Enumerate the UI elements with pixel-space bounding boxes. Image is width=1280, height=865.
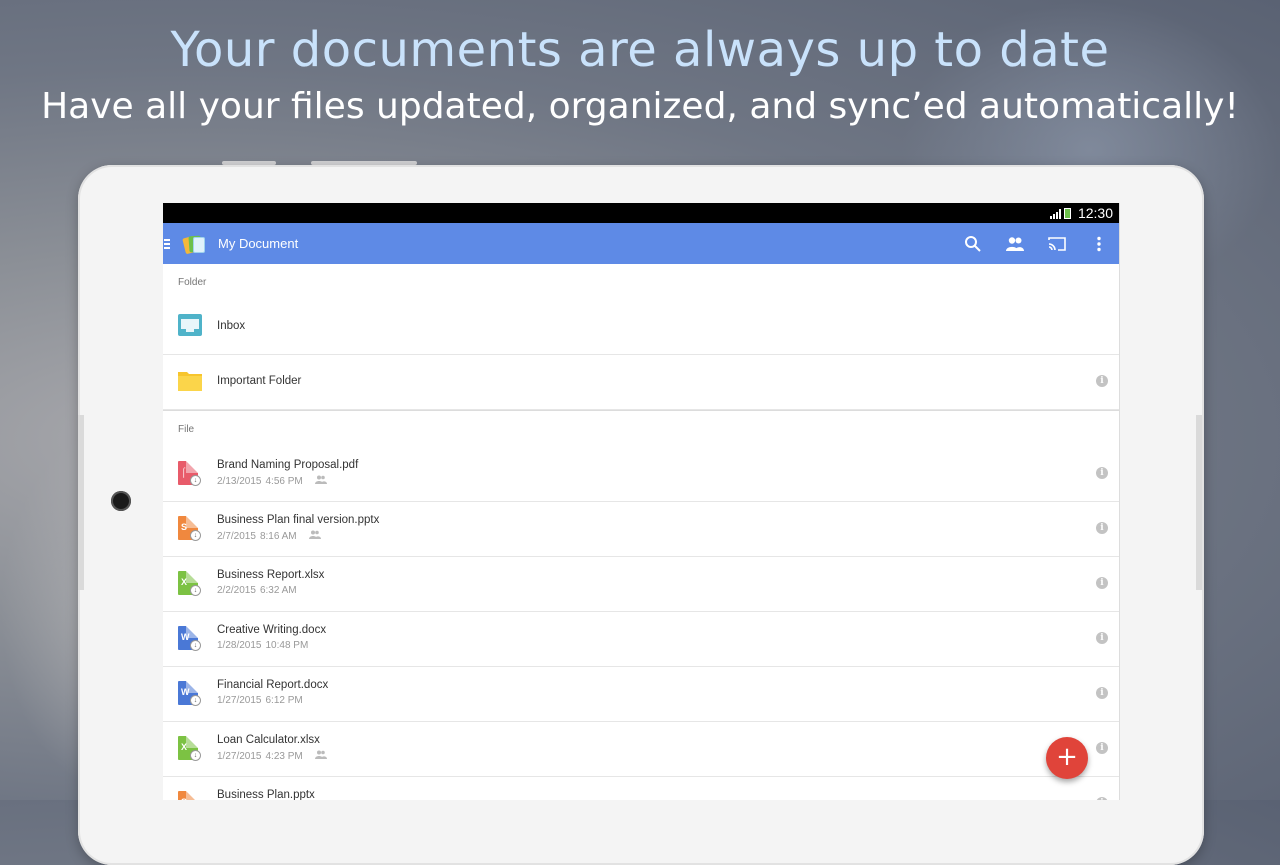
download-icon: ↓ [190,585,201,596]
file-time: 4:23 PM [265,750,303,762]
inbox-icon [178,314,202,340]
file-name: Business Plan.pptx [217,789,315,800]
file-row[interactable]: X ↓ Loan Calculator.xlsx 1/27/2015 4:23 PM i [163,722,1119,777]
battery-icon [1064,208,1071,219]
more-vert-icon[interactable] [1089,234,1109,254]
file-date: 1/27/2015 [217,750,262,762]
status-time: 12:30 [1077,205,1113,221]
info-icon[interactable]: i [1096,577,1108,589]
section-label-folder: Folder [178,277,207,288]
file-name: Loan Calculator.xlsx [217,734,320,746]
file-time: 4:56 PM [265,475,303,487]
search-icon[interactable] [963,234,983,254]
pptx-file-icon: S↓ [178,516,202,542]
section-label-file: File [178,424,195,435]
file-row[interactable]: S ↓ Business Plan final version.pptx 2/7/20… [163,502,1119,557]
promo-subline: Have all your files updated, organized, … [41,86,1239,127]
docx-file-icon: W ↓ [178,626,202,652]
file-name: Business Report.xlsx [217,569,325,581]
file-date: 2/2/2015 [217,585,256,596]
file-meta: 2/2/2015 6:32 AM [217,585,297,596]
file-list: ⌠ ↓ Brand Naming Proposal.pdf 2/13/2015 4:56… [163,447,1119,800]
app-title: My Document [218,236,299,251]
file-time: 6:12 PM [265,695,303,706]
folder-name: Important Folder [217,375,302,387]
docx-file-icon: W ↓ [178,681,202,707]
file-meta: 2/7/2015 8:16 AM [217,530,321,542]
info-icon[interactable]: i [1096,522,1108,534]
add-button[interactable]: + [1046,737,1088,779]
info-icon[interactable]: i [1096,375,1108,387]
download-icon: ↓ [190,640,201,651]
pptx-file-icon: S↓ [178,791,202,800]
status-bar: 12:30 [163,203,1119,223]
file-date: 1/27/2015 [217,695,262,706]
shared-icon [314,475,327,487]
info-icon[interactable]: i [1096,687,1108,699]
promo-headline: Your documents are always up to date [170,22,1110,78]
file-time: 10:48 PM [265,640,309,651]
info-icon[interactable]: i [1096,467,1108,479]
status-icons [1050,208,1071,219]
file-time: 8:16 AM [259,530,297,542]
xlsx-file-icon: X ↓ [178,736,202,762]
file-row[interactable]: ⌠ ↓ Brand Naming Proposal.pdf 2/13/2015 4:56… [163,447,1119,502]
file-name: Business Plan final version.pptx [217,514,380,526]
file-row[interactable]: X ↓ Business Report.xlsx 2/2/2015 6:32 AM i [163,557,1119,612]
file-name: Financial Report.docx [217,679,329,691]
file-name: Brand Naming Proposal.pdf [217,459,359,471]
file-date: 1/28/2015 [217,640,262,651]
cast-icon[interactable] [1047,234,1067,254]
file-date: 2/13/2015 [217,475,262,487]
app-bar: My Document [163,223,1119,264]
signal-icon [1050,209,1061,219]
menu-icon[interactable] [164,238,170,249]
file-meta: 1/27/2015 4:23 PM [217,750,327,762]
file-type-badge: S [178,791,198,800]
tablet-side-edge [1196,415,1202,590]
folder-icon [178,369,202,395]
people-icon[interactable] [1005,234,1025,254]
pdf-file-icon: ⌠ ↓ [178,461,202,487]
file-meta: 1/28/2015 10:48 PM [217,640,308,651]
download-icon: ↓ [190,530,201,541]
download-icon: ↓ [190,475,201,486]
info-icon[interactable]: i [1096,632,1108,644]
tablet-camera [111,491,131,511]
tablet-side-edge [78,415,84,590]
file-date: 2/7/2015 [217,530,256,542]
file-row[interactable]: W ↓ Creative Writing.docx 1/28/2015 10:48 PM… [163,612,1119,667]
folder-name: Inbox [217,320,246,332]
info-icon[interactable]: i [1096,742,1108,754]
shared-icon [314,750,327,762]
file-meta: 1/27/2015 6:12 PM [217,695,303,706]
file-name: Creative Writing.docx [217,624,327,636]
shared-icon [308,530,321,542]
xlsx-file-icon: X ↓ [178,571,202,597]
download-icon: ↓ [190,750,201,761]
download-icon: ↓ [190,695,201,706]
folder-row-inbox[interactable]: Inbox [163,300,1119,355]
file-meta: 2/13/2015 4:56 PM [217,475,327,487]
folder-row-important[interactable]: Important Folder i [163,355,1119,410]
file-row[interactable]: S↓Business Plan.pptx1/26/201512:28 AMi [163,777,1119,800]
app-bar-actions [963,223,1109,264]
app-screen: 12:30 My Document Folder Inbox Important… [163,203,1120,800]
file-row[interactable]: W ↓ Financial Report.docx 1/27/2015 6:12 PM i [163,667,1119,722]
app-logo-icon [182,235,206,254]
file-time: 6:32 AM [259,585,297,596]
